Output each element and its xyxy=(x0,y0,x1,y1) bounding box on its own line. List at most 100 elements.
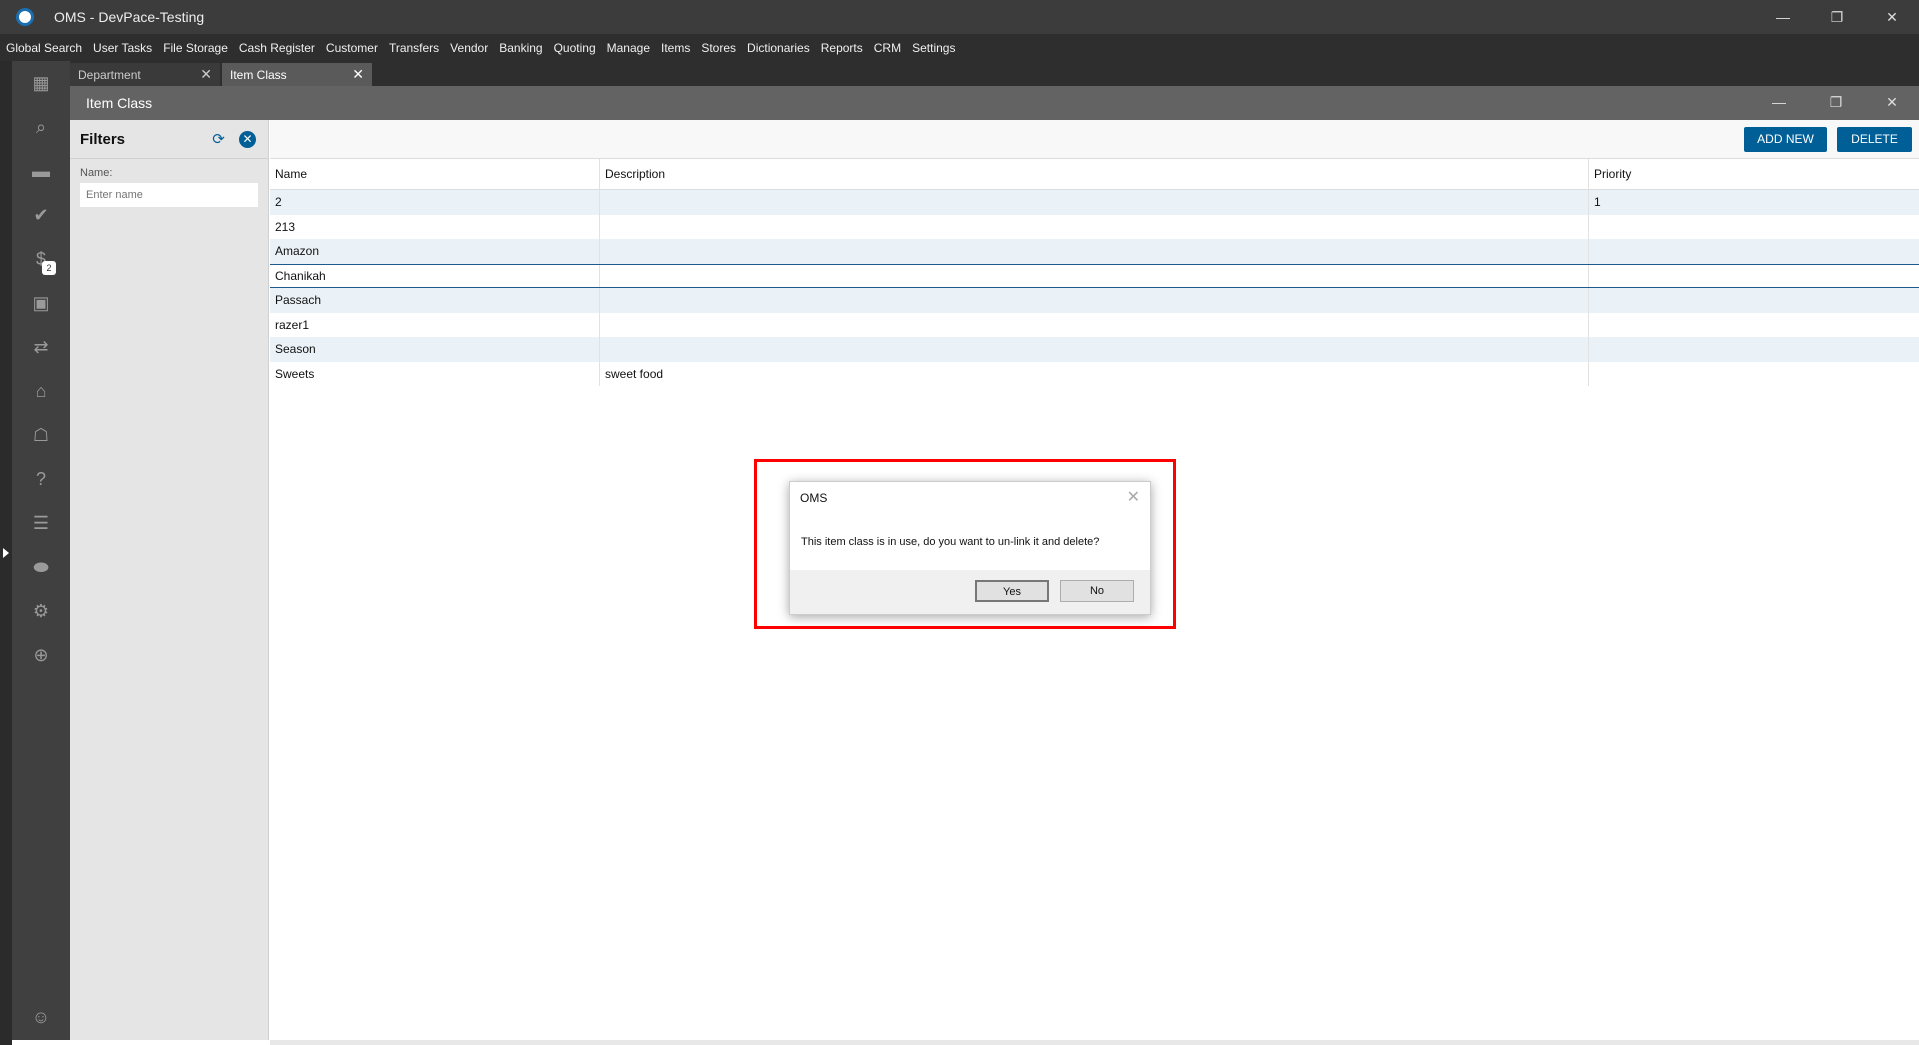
window-minimize-button[interactable]: — xyxy=(1764,91,1794,113)
horizontal-scrollbar[interactable] xyxy=(270,1040,1919,1045)
refresh-icon[interactable]: ⟳ xyxy=(210,131,227,148)
folder-icon[interactable]: ▬ xyxy=(29,159,53,183)
restore-button[interactable]: ❐ xyxy=(1822,6,1852,28)
gear-icon[interactable]: ⚙ xyxy=(29,599,53,623)
globe-icon[interactable]: ⊕ xyxy=(29,643,53,667)
expand-arrow-icon[interactable] xyxy=(3,548,9,558)
minimize-button[interactable]: — xyxy=(1768,6,1798,28)
dialog-title: OMS xyxy=(800,491,828,505)
table-row[interactable]: 21 xyxy=(270,190,1919,215)
quote-icon[interactable]: ? xyxy=(29,467,53,491)
transfer-icon[interactable]: ⇄ xyxy=(29,335,53,359)
title-bar: OMS - DevPace-Testing — ❐ ✕ xyxy=(0,0,1919,34)
app-title: OMS - DevPace-Testing xyxy=(54,9,205,25)
table-row[interactable]: 213 xyxy=(270,214,1919,240)
search-icon[interactable]: ⌕ xyxy=(29,115,53,139)
close-button[interactable]: ✕ xyxy=(1877,6,1907,28)
sidebar: ▦ ⌕ ▬ ✔ $ ▣ ⇄ ⌂ ☖? ☰ ⬬ ⚙ ⊕ 2 ☺ xyxy=(12,61,70,1040)
no-button[interactable]: No xyxy=(1060,580,1134,602)
menu-vendor[interactable]: Vendor xyxy=(450,41,488,55)
table-cell xyxy=(600,239,1589,264)
yes-button[interactable]: Yes xyxy=(975,580,1049,602)
column-header: Description xyxy=(600,159,1589,189)
dialog-message: This item class is in use, do you want t… xyxy=(801,536,1100,548)
table-cell xyxy=(1589,288,1919,313)
column-header: Priority xyxy=(1594,167,1632,181)
tab-label: Item Class xyxy=(230,68,287,82)
contact-icon[interactable]: ▣ xyxy=(29,291,53,315)
user-icon[interactable]: ☺ xyxy=(29,1005,53,1029)
table-row[interactable]: razer1 xyxy=(270,312,1919,337)
name-filter-input[interactable] xyxy=(80,183,258,207)
table-cell xyxy=(1589,215,1919,240)
name-label: Name: xyxy=(80,167,113,179)
table-row[interactable]: Sweets sweet food xyxy=(270,361,1919,387)
table-cell: 213 xyxy=(270,214,600,239)
menu-cash-register[interactable]: Cash Register xyxy=(239,41,315,55)
tab-department[interactable]: Department ✕ xyxy=(70,63,220,86)
table-cell: Passach xyxy=(270,288,600,313)
table-cell xyxy=(600,337,1589,362)
dashboard-icon[interactable]: ▦ xyxy=(29,71,53,95)
menu-user-tasks[interactable]: User Tasks xyxy=(93,41,152,55)
window-close-button[interactable]: ✕ xyxy=(1877,91,1907,113)
dialog-close-icon[interactable]: ✕ xyxy=(1127,487,1140,507)
menu-customer[interactable]: Customer xyxy=(326,41,378,55)
table-cell xyxy=(600,190,1589,215)
menu-settings[interactable]: Settings xyxy=(912,41,955,55)
left-strip xyxy=(0,61,12,1045)
confirm-dialog: OMS ✕ This item class is in use, do you … xyxy=(789,481,1151,615)
clipboard-icon[interactable]: ☰ xyxy=(29,511,53,535)
column-header: Name xyxy=(270,159,600,189)
menu-bar: Global Search User Tasks File Storage Cash … xyxy=(0,34,1919,61)
window-title: Item Class xyxy=(86,95,153,111)
store-icon[interactable]: ⌂ xyxy=(29,379,53,403)
table-cell: Sweets xyxy=(270,361,600,386)
filters-panel: Filters ⟳ ✕ Name: xyxy=(70,120,269,1040)
table-row[interactable]: Amazon xyxy=(270,239,1919,264)
table-row[interactable]: Season xyxy=(270,337,1919,362)
close-tab-icon[interactable]: ✕ xyxy=(352,66,364,83)
table-cell: 1 xyxy=(1594,195,1601,210)
window-restore-button[interactable]: ❐ xyxy=(1821,91,1851,113)
menu-manage[interactable]: Manage xyxy=(607,41,650,55)
table-cell: Amazon xyxy=(270,239,600,264)
table-header: Name Description Priority xyxy=(270,159,1919,190)
menu-crm[interactable]: CRM xyxy=(874,41,901,55)
table-cell: razer1 xyxy=(270,312,600,337)
table-row[interactable]: Passach xyxy=(270,288,1919,313)
menu-global-search[interactable]: Global Search xyxy=(6,41,82,55)
table-cell xyxy=(1589,362,1919,387)
menu-transfers[interactable]: Transfers xyxy=(389,41,439,55)
table-cell xyxy=(600,312,1589,337)
table-row[interactable]: Chanikah xyxy=(270,263,1919,288)
tab-bar: Department ✕ Item Class ✕ xyxy=(70,61,1919,86)
clear-filters-icon[interactable]: ✕ xyxy=(239,131,256,148)
table-cell xyxy=(600,214,1589,239)
menu-file-storage[interactable]: File Storage xyxy=(163,41,228,55)
close-tab-icon[interactable]: ✕ xyxy=(200,66,212,83)
menu-reports[interactable]: Reports xyxy=(821,41,863,55)
delete-button[interactable]: DELETE xyxy=(1837,127,1912,152)
table-cell xyxy=(600,264,1589,287)
table-cell xyxy=(1589,239,1919,264)
add-new-button[interactable]: ADD NEW xyxy=(1744,127,1827,152)
tag-icon[interactable]: ⬬ xyxy=(29,555,53,579)
window-header: Item Class — ❐ ✕ xyxy=(70,86,1919,120)
app-logo-icon xyxy=(16,8,34,26)
tasks-icon[interactable]: ✔ xyxy=(29,203,53,227)
item-class-table: Name Description Priority 2 1 213 Amazon Chanik… xyxy=(270,159,1919,386)
menu-stores[interactable]: Stores xyxy=(701,41,736,55)
menu-items[interactable]: Items xyxy=(661,41,690,55)
tab-label: Department xyxy=(78,68,141,82)
tasks-badge: 2 xyxy=(42,261,56,275)
menu-quoting[interactable]: Quoting xyxy=(554,41,596,55)
table-cell: 2 xyxy=(270,190,600,215)
tab-item-class[interactable]: Item Class ✕ xyxy=(222,63,372,86)
toolbar: ADD NEW DELETE xyxy=(270,120,1919,159)
menu-banking[interactable]: Banking xyxy=(499,41,542,55)
table-cell: sweet food xyxy=(600,361,1589,386)
bank-icon[interactable]: ☖ xyxy=(29,423,53,447)
table-cell xyxy=(1589,265,1919,288)
menu-dictionaries[interactable]: Dictionaries xyxy=(747,41,810,55)
